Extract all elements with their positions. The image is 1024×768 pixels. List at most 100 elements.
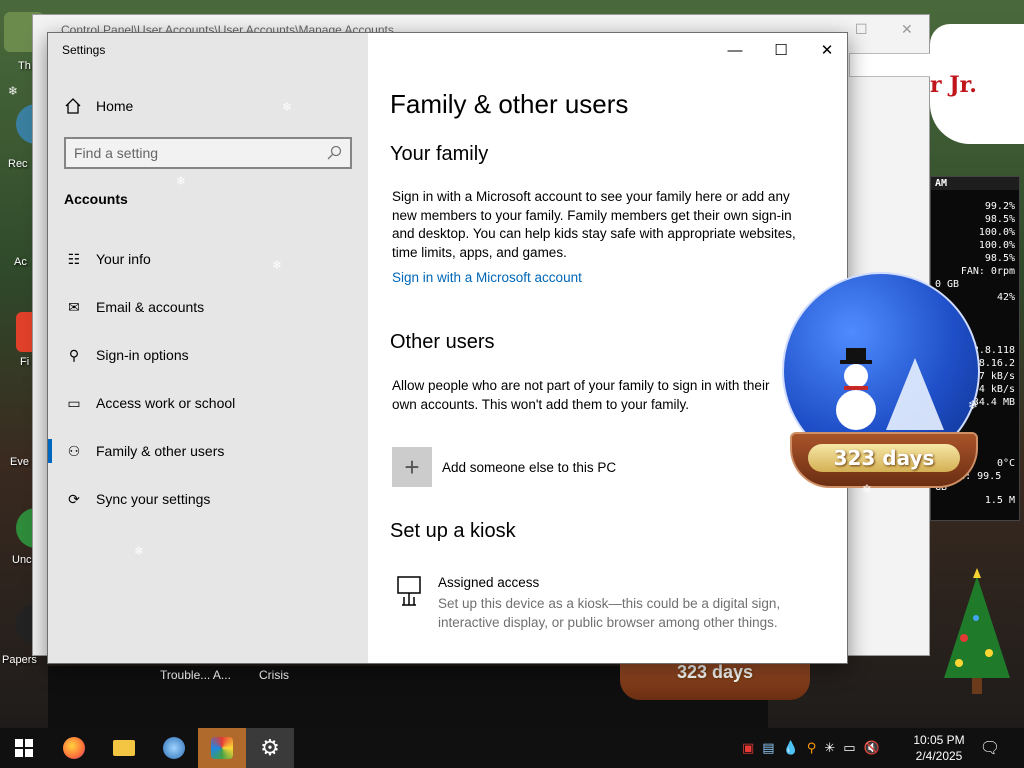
maximize-icon[interactable]: ☐ xyxy=(855,21,868,38)
tray-snowflake-icon[interactable]: ✳ xyxy=(824,740,835,756)
sidebar-item-family-other-users[interactable]: ⚇ Family & other users xyxy=(48,431,368,471)
snowflake-icon: ❄ xyxy=(272,258,283,272)
hw-value: 100.0% xyxy=(978,240,1015,251)
sync-icon: ⟳ xyxy=(68,490,80,507)
tray-network-icon[interactable]: ▭ xyxy=(843,740,855,756)
taskbar: ⚙ ▣ ▤ 💧 ⚲ ✳ ▭ 🔇 10:05 PM 2/4/2025 🗨 xyxy=(0,728,1024,768)
snowman-icon xyxy=(836,348,876,430)
hw-value: 1.5 M xyxy=(984,495,1015,506)
snowflake-icon: ❄ xyxy=(479,120,490,134)
window-title: Settings xyxy=(62,43,106,57)
tray-app-icon[interactable]: ▤ xyxy=(762,740,774,756)
globe-app-icon xyxy=(163,737,185,759)
snowflake-icon: ❄ xyxy=(968,398,979,412)
desktop-icon-label: Th xyxy=(18,60,31,72)
hw-value: 98.5% xyxy=(984,214,1015,225)
sidebar-item-your-info[interactable]: ☷ Your info xyxy=(48,239,368,279)
sidebar-item-label: Your info xyxy=(96,251,151,267)
volume-icon[interactable]: 🔇 xyxy=(864,740,880,756)
snowflake-icon: ❄ xyxy=(134,544,145,558)
other-users-heading: Other users xyxy=(390,331,495,353)
file-explorer-taskbar-button[interactable] xyxy=(100,728,148,768)
tray-search-icon[interactable]: ⚲ xyxy=(807,740,817,756)
settings-sidebar: Settings Home Find a setting Accounts ☷ … xyxy=(48,33,368,663)
notifications-button[interactable]: 🗨 xyxy=(968,728,1012,768)
colorful-app-icon xyxy=(211,737,233,759)
snow-globe-widget: 323 days xyxy=(780,272,984,494)
sidebar-item-label: Family & other users xyxy=(96,443,225,459)
hw-value: 99.2% xyxy=(984,201,1015,212)
mail-icon: ✉ xyxy=(68,298,80,315)
snowflake-icon: ❄ xyxy=(498,336,509,350)
plus-icon[interactable]: + xyxy=(392,447,432,487)
your-family-description: Sign in with a Microsoft account to see … xyxy=(392,189,796,260)
snowflake-icon: ❄ xyxy=(410,610,421,624)
gear-icon: ⚙ xyxy=(260,735,280,760)
kiosk-icon[interactable] xyxy=(392,573,428,609)
tray-app-icon[interactable]: ▣ xyxy=(742,740,754,756)
snowflake-icon: ❄ xyxy=(862,482,873,496)
desktop-icon-label: Unc xyxy=(12,554,32,566)
app-taskbar-button-active[interactable] xyxy=(198,728,246,768)
desktop-icon-label: Fi xyxy=(20,356,30,368)
snowflake-icon: ❄ xyxy=(282,100,293,114)
snowflake-icon: ❄ xyxy=(622,508,633,522)
kiosk-heading: Set up a kiosk xyxy=(390,520,516,542)
settings-window[interactable]: Settings Home Find a setting Accounts ☷ … xyxy=(47,32,848,664)
sidebar-item-label: Sync your settings xyxy=(96,491,211,507)
home-icon xyxy=(65,98,81,114)
days-counter-secondary: 323 days xyxy=(676,662,754,682)
banner-text: r Jr. xyxy=(930,72,977,98)
sidebar-item-label: Email & accounts xyxy=(96,299,205,315)
tray-droplet-icon[interactable]: 💧 xyxy=(783,740,799,756)
clock-date: 2/4/2025 xyxy=(915,749,963,763)
hw-value: 98.5% xyxy=(984,253,1015,264)
sidebar-item-label: Access work or school xyxy=(96,395,236,411)
sidebar-item-sign-in-options[interactable]: ⚲ Sign-in options xyxy=(48,335,368,375)
folder-icon xyxy=(113,740,135,756)
snowy-tree-icon xyxy=(886,358,944,430)
taskbar-clock[interactable]: 10:05 PM 2/4/2025 xyxy=(908,732,970,764)
snowflake-icon: ❄ xyxy=(8,84,19,98)
windows-logo-icon xyxy=(15,739,33,757)
firefox-icon xyxy=(63,737,85,759)
start-button[interactable] xyxy=(0,728,48,768)
background-app-label: Trouble... A... xyxy=(160,668,231,682)
desktop-icon-label: Ac xyxy=(14,256,27,268)
person-add-icon: ⚇ xyxy=(67,442,81,459)
accounts-section-label: Accounts xyxy=(64,191,128,207)
settings-content: Family & other users Your family Sign in… xyxy=(390,33,847,663)
assigned-access-title[interactable]: Assigned access xyxy=(438,575,539,590)
notification-icon: 🗨 xyxy=(979,740,1001,757)
christmas-tree-icon xyxy=(944,568,1010,694)
page-title: Family & other users xyxy=(390,89,629,119)
add-someone-label: Add someone else to this PC xyxy=(442,459,617,475)
your-family-heading: Your family xyxy=(390,143,489,165)
close-icon[interactable]: ✕ xyxy=(901,21,913,38)
sidebar-item-sync-settings[interactable]: ⟳ Sync your settings xyxy=(48,479,368,519)
search-placeholder: Find a setting xyxy=(74,145,159,161)
sidebar-home[interactable]: Home xyxy=(64,97,133,115)
sidebar-item-label: Sign-in options xyxy=(96,347,189,363)
assigned-access-description: Set up this device as a kiosk—this could… xyxy=(438,596,781,630)
search-icon[interactable] xyxy=(326,145,342,161)
app-taskbar-button[interactable] xyxy=(150,728,198,768)
person-card-icon: ☷ xyxy=(67,250,81,267)
sign-in-microsoft-link[interactable]: Sign in with a Microsoft account xyxy=(392,270,582,285)
system-tray: ▣ ▤ 💧 ⚲ ✳ ▭ 🔇 xyxy=(742,728,880,768)
hw-monitor-header: AM xyxy=(931,177,1019,190)
settings-taskbar-button[interactable]: ⚙ xyxy=(246,728,294,768)
add-someone-button[interactable]: + Add someone else to this PC xyxy=(392,447,616,487)
other-users-description: Allow people who are not part of your fa… xyxy=(392,378,770,412)
briefcase-icon: ▭ xyxy=(67,394,81,411)
sidebar-item-email-accounts[interactable]: ✉ Email & accounts xyxy=(48,287,368,327)
home-label: Home xyxy=(96,98,134,114)
banner-decoration: r Jr. xyxy=(930,24,1024,144)
find-setting-input[interactable]: Find a setting xyxy=(64,137,352,169)
clock-time: 10:05 PM xyxy=(913,733,965,747)
key-icon: ⚲ xyxy=(68,346,80,363)
snowflake-icon: ❄ xyxy=(176,174,187,188)
desktop-icon-label: Rec xyxy=(8,158,28,170)
sidebar-item-access-work-school[interactable]: ▭ Access work or school xyxy=(48,383,368,423)
firefox-taskbar-button[interactable] xyxy=(50,728,98,768)
